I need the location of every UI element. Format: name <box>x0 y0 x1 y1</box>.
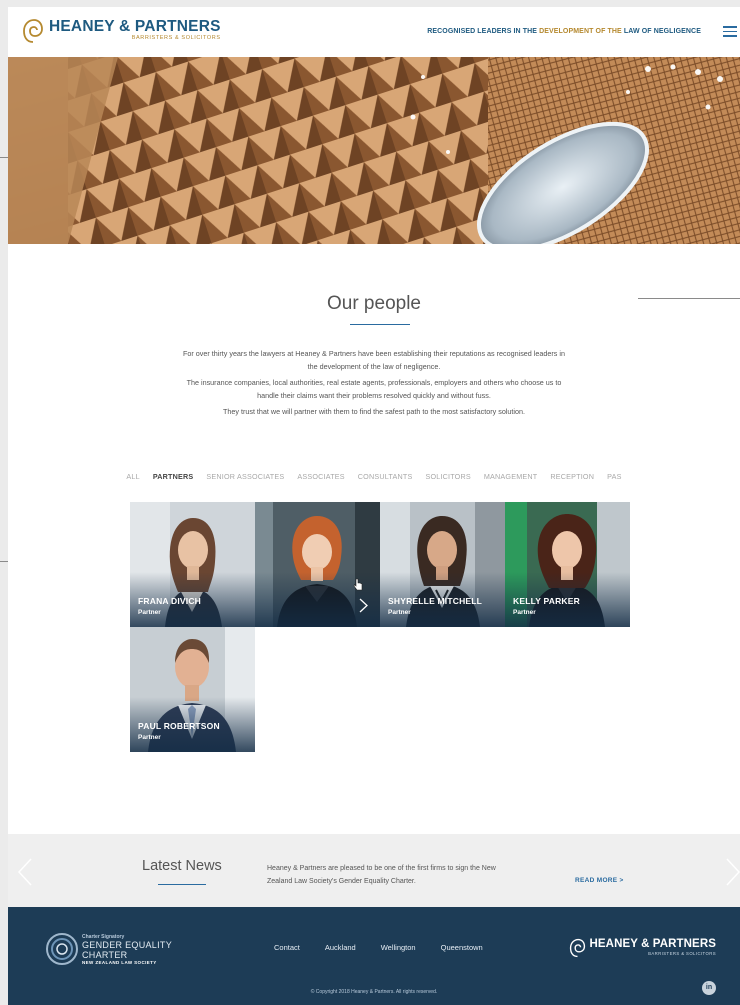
person-name: FRANA DIVICH <box>138 596 201 606</box>
footer-logo[interactable]: HEANEY & PARTNERS BARRISTERS & SOLICITOR… <box>569 938 716 958</box>
footer-link-auckland[interactable]: Auckland <box>325 943 356 952</box>
person-role: Partner <box>138 609 161 616</box>
footer-link-queenstown[interactable]: Queenstown <box>441 943 483 952</box>
person-role: Partner <box>138 734 161 741</box>
charter-swirl-icon <box>46 933 78 965</box>
chevron-left-icon[interactable] <box>18 858 32 886</box>
spiral-logo-icon <box>570 938 586 958</box>
read-more-link[interactable]: READ MORE > <box>575 877 624 884</box>
footer-nav: Contact Auckland Wellington Queenstown <box>274 943 483 952</box>
person-card-frana-divich[interactable]: FRANA DIVICH Partner <box>130 502 255 627</box>
latest-news-title: Latest News <box>142 858 222 874</box>
footer-logo-name: HEANEY & PARTNERS <box>589 938 716 950</box>
copyright-text: © Copyright 2018 Heaney & Partners. All … <box>310 989 438 995</box>
person-role: Partner <box>513 609 536 616</box>
tagline-part-1: RECOGNISED LEADERS IN THE <box>427 28 540 35</box>
charter-line-1: GENDER EQUALITY <box>82 939 173 950</box>
filter-associates[interactable]: ASSOCIATES <box>297 472 344 481</box>
filter-pas[interactable]: PAS <box>607 472 621 481</box>
site-logo[interactable]: HEANEY & PARTNERS BARRISTERS & SOLICITOR… <box>22 18 221 44</box>
filter-partners[interactable]: PARTNERS <box>153 472 194 481</box>
intro-paragraph-3: They trust that we will partner with the… <box>222 407 525 416</box>
filter-senior-associates[interactable]: SENIOR ASSOCIATES <box>206 472 284 481</box>
person-card-hovered[interactable] <box>255 502 380 627</box>
news-title-underline <box>158 884 206 885</box>
title-underline <box>350 324 410 325</box>
page: HEANEY & PARTNERS BARRISTERS & SOLICITOR… <box>8 7 740 1005</box>
footer-link-contact[interactable]: Contact <box>274 943 300 952</box>
header-tagline: RECOGNISED LEADERS IN THE DEVELOPMENT OF… <box>427 28 701 35</box>
charter-nz-law-society: NEW ZEALAND LAW SOCIETY <box>82 959 157 965</box>
intro-paragraph-1: For over thirty years the lawyers at Hea… <box>183 349 565 371</box>
people-filter-tabs: ALL PARTNERS SENIOR ASSOCIATES ASSOCIATE… <box>8 472 740 481</box>
gender-equality-charter-badge[interactable]: Charter Signatory GENDER EQUALITY CHARTE… <box>44 931 172 967</box>
intro-paragraph-2: The insurance companies, local authoriti… <box>186 378 562 400</box>
tagline-part-3: LAW OF NEGLIGENCE <box>621 28 701 35</box>
filter-reception[interactable]: RECEPTION <box>550 472 594 481</box>
spiral-logo-icon <box>23 19 43 43</box>
hand-cursor-icon <box>353 578 363 591</box>
site-footer: Charter Signatory GENDER EQUALITY CHARTE… <box>8 907 740 1005</box>
footer-link-wellington[interactable]: Wellington <box>381 943 416 952</box>
charter-line-2: CHARTER <box>82 949 128 960</box>
filter-management[interactable]: MANAGEMENT <box>484 472 538 481</box>
our-people-title: Our people <box>326 293 421 314</box>
chevron-right-icon[interactable] <box>359 598 368 613</box>
person-name: PAUL ROBERTSON <box>138 721 220 731</box>
person-card-paul-robertson[interactable]: PAUL ROBERTSON Partner <box>130 627 255 752</box>
person-card-shyrelle-mitchell[interactable]: SHYRELLE MITCHELL Partner <box>380 502 505 627</box>
chevron-right-icon[interactable] <box>726 858 740 886</box>
filter-solicitors[interactable]: SOLICITORS <box>425 472 470 481</box>
logo-name: HEANEY & PARTNERS <box>49 18 221 35</box>
footer-logo-subtitle: BARRISTERS & SOLICITORS <box>648 951 716 956</box>
filter-all[interactable]: ALL <box>126 472 139 481</box>
hamburger-menu-icon[interactable] <box>723 26 737 37</box>
filter-consultants[interactable]: CONSULTANTS <box>358 472 413 481</box>
site-header: HEANEY & PARTNERS BARRISTERS & SOLICITOR… <box>8 7 740 57</box>
news-summary: Heaney & Partners are pleased to be one … <box>267 865 496 885</box>
person-card-kelly-parker[interactable]: KELLY PARKER Partner <box>505 502 630 627</box>
tagline-part-2: DEVELOPMENT OF THE <box>539 28 622 35</box>
latest-news-section: Latest News Heaney & Partners are please… <box>8 834 740 907</box>
linkedin-icon[interactable]: in <box>702 981 716 995</box>
ceiling-photo <box>8 57 740 244</box>
person-name: KELLY PARKER <box>513 596 580 606</box>
person-name: SHYRELLE MITCHELL <box>388 596 483 606</box>
hero-image <box>8 57 740 244</box>
person-role: Partner <box>388 609 411 616</box>
intro-text: For over thirty years the lawyers at Hea… <box>183 348 565 423</box>
